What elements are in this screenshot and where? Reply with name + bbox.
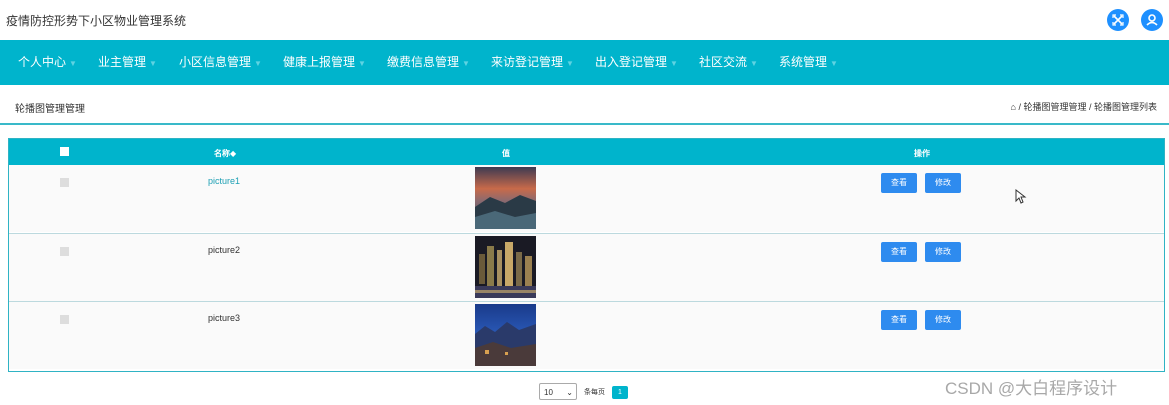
- nav-label: 健康上报管理: [283, 55, 356, 69]
- chevron-down-icon: ▼: [566, 59, 574, 68]
- nav-label: 小区信息管理: [179, 55, 252, 69]
- row-checkbox[interactable]: [60, 178, 69, 187]
- chevron-down-icon: ▼: [149, 59, 157, 68]
- row-thumbnail-image: [475, 167, 536, 229]
- user-icon-glyph: [1146, 14, 1158, 26]
- view-button[interactable]: 查看: [881, 242, 917, 262]
- nav-label: 业主管理: [98, 55, 147, 69]
- chevron-down-icon: ▼: [358, 59, 366, 68]
- row-checkbox[interactable]: [60, 247, 69, 256]
- nav-label: 来访登记管理: [491, 55, 564, 69]
- nav-label: 缴费信息管理: [387, 55, 460, 69]
- home-icon[interactable]: ⌂: [1011, 102, 1016, 112]
- chevron-down-icon: ▼: [69, 59, 77, 68]
- row-name[interactable]: picture3: [208, 313, 240, 323]
- row-name-link[interactable]: picture1: [208, 176, 240, 186]
- select-all-checkbox[interactable]: [60, 147, 69, 156]
- header-value: 值: [502, 149, 510, 158]
- chevron-down-icon: ▼: [462, 59, 470, 68]
- row-thumbnail-image: [475, 304, 536, 366]
- header-actions: 操作: [914, 149, 930, 158]
- view-button[interactable]: 查看: [881, 173, 917, 193]
- app-title: 疫情防控形势下小区物业管理系统: [6, 14, 187, 28]
- chevron-down-icon: ▼: [254, 59, 262, 68]
- nav-item-visitor-registration[interactable]: 来访登记管理 ▼: [491, 40, 574, 85]
- nav-item-community-info[interactable]: 小区信息管理 ▼: [179, 40, 262, 85]
- mouse-cursor-icon: [1015, 189, 1027, 204]
- row-thumbnail-image: [475, 236, 536, 298]
- fullscreen-icon-glyph: [1112, 14, 1124, 26]
- chevron-down-icon: ▼: [670, 59, 678, 68]
- chevron-down-icon: ⌄: [566, 388, 573, 397]
- nav-item-system-management[interactable]: 系统管理 ▼: [779, 40, 838, 85]
- nav-label: 社区交流: [699, 55, 748, 69]
- user-icon[interactable]: [1141, 9, 1163, 31]
- edit-button[interactable]: 修改: [925, 173, 961, 193]
- nav-label: 个人中心: [18, 55, 67, 69]
- watermark: CSDN @大白程序设计: [945, 379, 1118, 398]
- main-nav: 个人中心 ▼ 业主管理 ▼ 小区信息管理 ▼ 健康上报管理 ▼ 缴费信息管理 ▼ 来访登记…: [0, 40, 1169, 85]
- page-title: 轮播图管理管理: [15, 104, 85, 115]
- chevron-down-icon: ▼: [750, 59, 758, 68]
- top-bar: 疫情防控形势下小区物业管理系统: [0, 0, 1169, 40]
- chevron-down-icon: ▼: [830, 59, 838, 68]
- table-header: 名称◆ 值 操作: [9, 139, 1164, 165]
- edit-button[interactable]: 修改: [925, 310, 961, 330]
- nav-item-owner-management[interactable]: 业主管理 ▼: [98, 40, 157, 85]
- nav-label: 系统管理: [779, 55, 828, 69]
- table-row: picture3 查看 修改: [9, 301, 1164, 369]
- page-number-button[interactable]: 1: [612, 386, 628, 399]
- page-size-value: 10: [544, 388, 553, 397]
- edit-button[interactable]: 修改: [925, 242, 961, 262]
- nav-item-community-exchange[interactable]: 社区交流 ▼: [699, 40, 758, 85]
- nav-item-personal-center[interactable]: 个人中心 ▼: [18, 40, 77, 85]
- page-size-select[interactable]: 10 ⌄: [539, 383, 577, 400]
- row-name[interactable]: picture2: [208, 245, 240, 255]
- fullscreen-icon[interactable]: [1107, 9, 1129, 31]
- nav-item-access-registration[interactable]: 出入登记管理 ▼: [595, 40, 678, 85]
- carousel-table: 名称◆ 值 操作 picture1 查看 修改 picture2 查看 修改 p…: [8, 138, 1165, 372]
- breadcrumb-trail: / 轮播图管理管理 / 轮播图管理列表: [1018, 102, 1157, 112]
- nav-item-payment-info[interactable]: 缴费信息管理 ▼: [387, 40, 470, 85]
- table-row: picture1 查看 修改: [9, 165, 1164, 232]
- nav-label: 出入登记管理: [595, 55, 668, 69]
- breadcrumb: 轮播图管理管理 ⌂ / 轮播图管理管理 / 轮播图管理列表: [0, 86, 1169, 125]
- header-name[interactable]: 名称◆: [214, 148, 236, 159]
- nav-item-health-report[interactable]: 健康上报管理 ▼: [283, 40, 366, 85]
- per-page-label: 条每页: [584, 389, 605, 396]
- view-button[interactable]: 查看: [881, 310, 917, 330]
- row-checkbox[interactable]: [60, 315, 69, 324]
- table-row: picture2 查看 修改: [9, 233, 1164, 301]
- breadcrumb-path: ⌂ / 轮播图管理管理 / 轮播图管理列表: [1011, 100, 1157, 113]
